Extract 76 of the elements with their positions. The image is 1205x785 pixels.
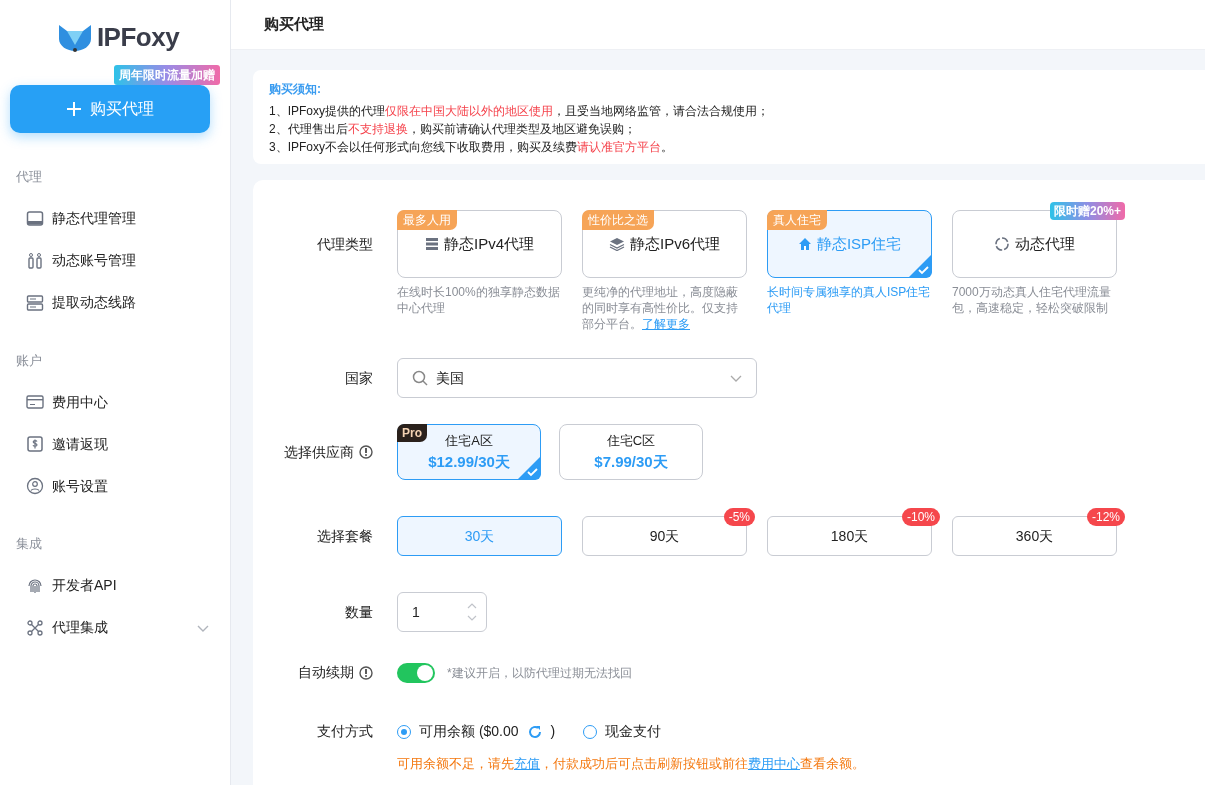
- refresh-icon: [526, 723, 543, 740]
- discount-badge: -12%: [1087, 508, 1125, 526]
- fox-logo-icon: [56, 22, 93, 53]
- notice-line: 3、IPFoxy不会以任何形式向您线下收取费用，购买及续费请认准官方平台。: [269, 139, 674, 156]
- option-description: 7000万动态真人住宅代理流量包，高速稳定，轻松突破限制: [952, 284, 1112, 316]
- discount-badge: -10%: [902, 508, 940, 526]
- proxy-type-option[interactable]: 最多人用 静态IPv4代理: [397, 210, 562, 278]
- check-corner-icon: [517, 456, 541, 480]
- option-description: 长时间专属独享的真人ISP住宅代理: [767, 284, 932, 316]
- check-corner-icon: [908, 254, 932, 278]
- field-label: 选择供应商: [284, 442, 354, 462]
- user-circle-icon: [26, 477, 44, 495]
- info-icon: [359, 445, 373, 459]
- discount-badge: -5%: [723, 508, 755, 526]
- plus-icon: [66, 101, 82, 117]
- field-label: 自动续期: [298, 663, 354, 682]
- fingerprint-icon: [26, 576, 44, 595]
- field-label: 代理类型: [317, 235, 373, 254]
- info-icon: [359, 665, 373, 680]
- server-icon: [26, 293, 44, 312]
- promo-badge: 限时赠20%+: [1049, 202, 1125, 220]
- sidebar-item[interactable]: 费用中心: [10, 392, 210, 412]
- tag-label: 最多人用: [397, 210, 457, 230]
- option-name: 动态代理: [1015, 233, 1075, 254]
- payment-option[interactable]: 可用余额 ($0.00 ): [397, 721, 556, 742]
- sidebar-item[interactable]: 静态代理管理: [10, 208, 210, 229]
- provider-price: $12.99/30天: [428, 451, 510, 472]
- balance-warning: 可用余额不足，请先充值，付款成功后可点击刷新按钮或前往费用中心查看余额。: [397, 755, 866, 773]
- section-title: 集成: [16, 535, 43, 553]
- field-label: 国家: [345, 368, 373, 388]
- network-icon: [26, 618, 44, 637]
- section-title: 账户: [16, 351, 43, 370]
- pro-tag: Pro: [397, 424, 427, 442]
- dollar-icon: [26, 435, 44, 453]
- quantity-field[interactable]: 1: [397, 592, 487, 632]
- provider-price: $7.99/30天: [594, 451, 668, 472]
- field-label: 支付方式: [317, 722, 373, 741]
- sidebar-item[interactable]: 代理集成: [10, 617, 210, 638]
- page-title: 购买代理: [231, 0, 1205, 50]
- tag-label: 性价比之选: [582, 210, 654, 230]
- proxy-type-option[interactable]: 性价比之选 静态IPv6代理: [582, 210, 747, 278]
- sidebar-item[interactable]: 邀请返现: [10, 434, 210, 454]
- hint-text: *建议开启，以防代理过期无法找回: [447, 664, 632, 682]
- auto-renew-toggle[interactable]: [397, 662, 435, 683]
- option-name: 静态IPv6代理: [630, 233, 720, 254]
- provider-name: 住宅C区: [606, 432, 656, 450]
- card-icon: [26, 393, 44, 411]
- option-name: 静态IPv4代理: [444, 233, 534, 254]
- option-description: 更纯净的代理地址，高度隐蔽的同时享有高性价比。仅支持部分平台。了解更多: [582, 284, 739, 332]
- server-icon: [425, 237, 439, 251]
- sidebar-item[interactable]: 开发者API: [10, 575, 210, 596]
- sidebar-item[interactable]: 提取动态线路: [10, 292, 210, 313]
- logo-text: IPFoxy: [96, 21, 180, 54]
- pillars-icon: [26, 251, 44, 270]
- search-icon: [412, 370, 428, 386]
- notice-line: 2、代理售出后不支持退换，购买前请确认代理类型及地区避免误购；: [269, 121, 637, 138]
- monitor-icon: [26, 209, 44, 228]
- field-label: 数量: [345, 602, 373, 622]
- section-title: 代理: [16, 168, 43, 186]
- country-select[interactable]: 美国: [397, 358, 757, 398]
- field-label: 选择套餐: [317, 526, 373, 546]
- provider-option[interactable]: Pro 住宅A区 $12.99/30天: [397, 424, 541, 480]
- tag-label: 真人住宅: [767, 210, 827, 230]
- sidebar-item[interactable]: 动态账号管理: [10, 250, 210, 271]
- home-icon: [797, 237, 812, 251]
- notice-line: 1、IPFoxy提供的代理仅限在中国大陆以外的地区使用，且受当地网络监管，请合法合规使用；: [269, 103, 770, 120]
- option-description: 在线时长100%的独享静态数据中心代理: [397, 284, 561, 316]
- promo-badge: 周年限时流量加赠: [114, 65, 220, 85]
- layers-icon: [609, 237, 625, 251]
- notice-title: 购买须知:: [269, 81, 322, 98]
- spinner-arrows-icon[interactable]: [466, 601, 478, 623]
- provider-option[interactable]: 住宅C区 $7.99/30天: [559, 424, 703, 480]
- sidebar-item[interactable]: 账号设置: [10, 476, 210, 496]
- payment-option[interactable]: 现金支付: [583, 721, 662, 742]
- option-name: 静态ISP住宅: [816, 233, 902, 254]
- provider-name: 住宅A区: [445, 432, 493, 450]
